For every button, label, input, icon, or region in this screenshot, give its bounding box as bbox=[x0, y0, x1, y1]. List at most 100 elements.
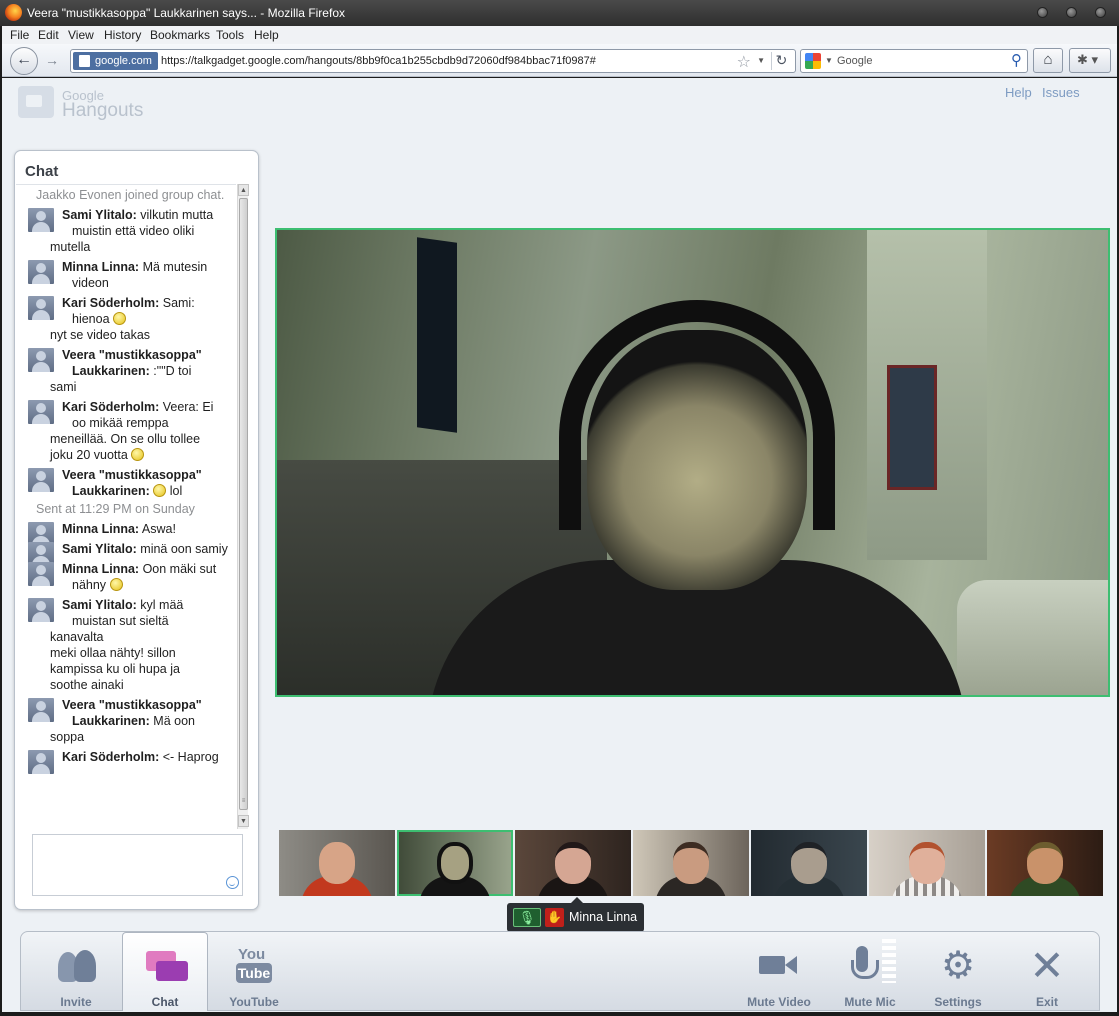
chat-message: Kari Söderholm: Veera: Ei oo mikää rempp… bbox=[16, 395, 236, 463]
menu-bookmarks[interactable]: Bookmarks bbox=[150, 28, 210, 42]
message-sender: Minna Linna: bbox=[62, 522, 140, 536]
message-continuation-text: meneillää. On se ollu tollee bbox=[50, 432, 201, 446]
system-message: Jaakko Evonen joined group chat. bbox=[16, 185, 236, 203]
message-sender: Sami Ylitalo: bbox=[62, 208, 137, 222]
invite-label: Invite bbox=[60, 995, 92, 1009]
avatar-icon bbox=[28, 698, 54, 722]
menu-history[interactable]: History bbox=[104, 28, 141, 42]
main-video[interactable] bbox=[275, 228, 1110, 697]
search-bar[interactable]: ▼ Google ⚲ bbox=[800, 49, 1028, 73]
menu-edit[interactable]: Edit bbox=[38, 28, 59, 42]
reload-icon[interactable]: ↻ bbox=[771, 52, 791, 70]
message-continuation: mutella bbox=[20, 239, 232, 255]
message-sender: Sami Ylitalo: bbox=[62, 598, 137, 612]
avatar-icon bbox=[28, 348, 54, 372]
hangout-toolbar: Invite Chat You Tube YouTube Mute Video … bbox=[20, 931, 1100, 1011]
gear-icon: ⚙ bbox=[940, 945, 976, 987]
invite-button[interactable]: Invite bbox=[33, 932, 119, 1011]
help-link[interactable]: Help bbox=[1005, 85, 1032, 100]
settings-label: Settings bbox=[934, 995, 982, 1009]
message-sender: Kari Söderholm: bbox=[62, 750, 160, 764]
message-sender: Kari Söderholm: bbox=[62, 296, 160, 310]
video-sofa bbox=[957, 580, 1108, 695]
message-continuation: meki ollaa nähty! sillon bbox=[20, 645, 232, 661]
participant-thumbnail[interactable] bbox=[869, 830, 985, 896]
smiley-icon bbox=[109, 578, 123, 591]
chat-title: Chat bbox=[25, 163, 59, 180]
window-title: Veera "mustikkasoppa" Laukkarinen says..… bbox=[27, 6, 345, 20]
forward-button[interactable]: → bbox=[40, 52, 64, 70]
microphone-icon bbox=[848, 939, 896, 986]
chat-message: Kari Söderholm: Sami: hienoa nyt se vide… bbox=[16, 291, 236, 343]
scroll-up-arrow-icon[interactable]: ▲ bbox=[238, 184, 249, 196]
settings-button[interactable]: ⚙ Settings bbox=[915, 932, 1001, 1011]
participant-thumbnail[interactable] bbox=[633, 830, 749, 896]
hangouts-camera-icon bbox=[18, 86, 54, 118]
participant-thumbnail[interactable] bbox=[279, 830, 395, 896]
engine-dropdown-icon[interactable]: ▼ bbox=[825, 56, 833, 65]
chat-bubbles-icon bbox=[144, 947, 188, 987]
participant-thumbnail[interactable] bbox=[515, 830, 631, 896]
maximize-button[interactable] bbox=[1066, 7, 1077, 18]
chat-button[interactable]: Chat bbox=[122, 932, 208, 1011]
message-continuation-text: joku 20 vuotta bbox=[50, 448, 128, 462]
message-continuation: meneillää. On se ollu tollee bbox=[20, 431, 232, 447]
emoji-icon[interactable] bbox=[226, 876, 239, 889]
minimize-button[interactable] bbox=[1037, 7, 1048, 18]
participant-thumbnail[interactable] bbox=[987, 830, 1103, 896]
message-sender: Minna Linna: bbox=[62, 562, 140, 576]
message-sender: Sami Ylitalo: bbox=[62, 542, 137, 556]
back-arrow-icon: ← bbox=[16, 51, 32, 68]
thumb-face bbox=[319, 842, 355, 884]
url-dropdown-icon[interactable]: ▼ bbox=[757, 56, 765, 65]
message-continuation: sami bbox=[20, 379, 232, 395]
chat-input[interactable] bbox=[32, 834, 243, 896]
message-continuation: soppa bbox=[20, 729, 232, 745]
scroll-thumb[interactable] bbox=[239, 198, 248, 810]
url-bar[interactable]: google.com https://talkgadget.google.com… bbox=[70, 49, 796, 73]
menu-view[interactable]: View bbox=[68, 28, 94, 42]
url-text[interactable]: https://talkgadget.google.com/hangouts/8… bbox=[161, 55, 596, 67]
participant-filmstrip bbox=[279, 830, 1107, 896]
chat-message: Minna Linna: Mä mutesin videon bbox=[16, 255, 236, 291]
avatar-icon bbox=[28, 208, 54, 232]
mute-mic-button[interactable]: Mute Mic bbox=[827, 932, 913, 1011]
exit-label: Exit bbox=[1035, 995, 1058, 1009]
system-message-text: Jaakko Evonen joined group chat. bbox=[36, 188, 225, 202]
hangouts-logo: Google Hangouts bbox=[18, 84, 148, 122]
addon-button[interactable]: ✱ ▾ bbox=[1069, 48, 1111, 73]
forward-arrow-icon: → bbox=[45, 52, 59, 68]
google-engine-icon[interactable] bbox=[805, 53, 821, 69]
chat-scrollbar[interactable]: ▲ ≡ ▼ bbox=[237, 184, 249, 829]
bookmark-star-icon[interactable]: ☆ bbox=[737, 52, 751, 72]
participant-thumbnail-active[interactable] bbox=[397, 830, 513, 896]
participant-tooltip: 🎙 ✋ Minna Linna bbox=[507, 897, 644, 932]
menu-help[interactable]: Help bbox=[254, 28, 279, 42]
avatar-icon bbox=[28, 400, 54, 424]
mute-video-button[interactable]: Mute Video bbox=[736, 932, 822, 1011]
message-continuation-text: mutella bbox=[50, 240, 91, 254]
participant-thumbnail[interactable] bbox=[751, 830, 867, 896]
home-button[interactable]: ⌂ bbox=[1033, 48, 1063, 73]
scroll-down-arrow-icon[interactable]: ▼ bbox=[238, 815, 249, 827]
issues-link[interactable]: Issues bbox=[1042, 85, 1080, 100]
mic-level-icon[interactable]: 🎙 bbox=[513, 908, 541, 927]
menu-file[interactable]: File bbox=[10, 28, 29, 42]
close-button[interactable] bbox=[1095, 7, 1106, 18]
menu-tools[interactable]: Tools bbox=[216, 28, 244, 42]
chat-message: Sami Ylitalo: minä oon samiy bbox=[16, 537, 236, 566]
search-icon[interactable]: ⚲ bbox=[1011, 51, 1022, 69]
chat-panel: Chat Jaakko Evonen joined group chat. Sam… bbox=[14, 150, 259, 910]
search-input[interactable]: Google bbox=[837, 55, 872, 67]
block-hand-icon[interactable]: ✋ bbox=[545, 908, 564, 927]
message-text: <- Haprog bbox=[162, 750, 219, 764]
avatar-icon bbox=[28, 468, 54, 492]
youtube-button[interactable]: You Tube YouTube bbox=[211, 932, 297, 1011]
thumb-face bbox=[555, 842, 591, 884]
site-identity-badge[interactable]: google.com bbox=[73, 52, 158, 70]
chat-message: Veera "mustikkasoppa" Laukkarinen: lol bbox=[16, 463, 236, 499]
back-button[interactable]: ← bbox=[10, 47, 38, 75]
smiley-icon bbox=[113, 312, 127, 325]
message-continuation: kanavalta bbox=[20, 629, 232, 645]
exit-button[interactable]: ✕ Exit bbox=[1004, 932, 1090, 1011]
